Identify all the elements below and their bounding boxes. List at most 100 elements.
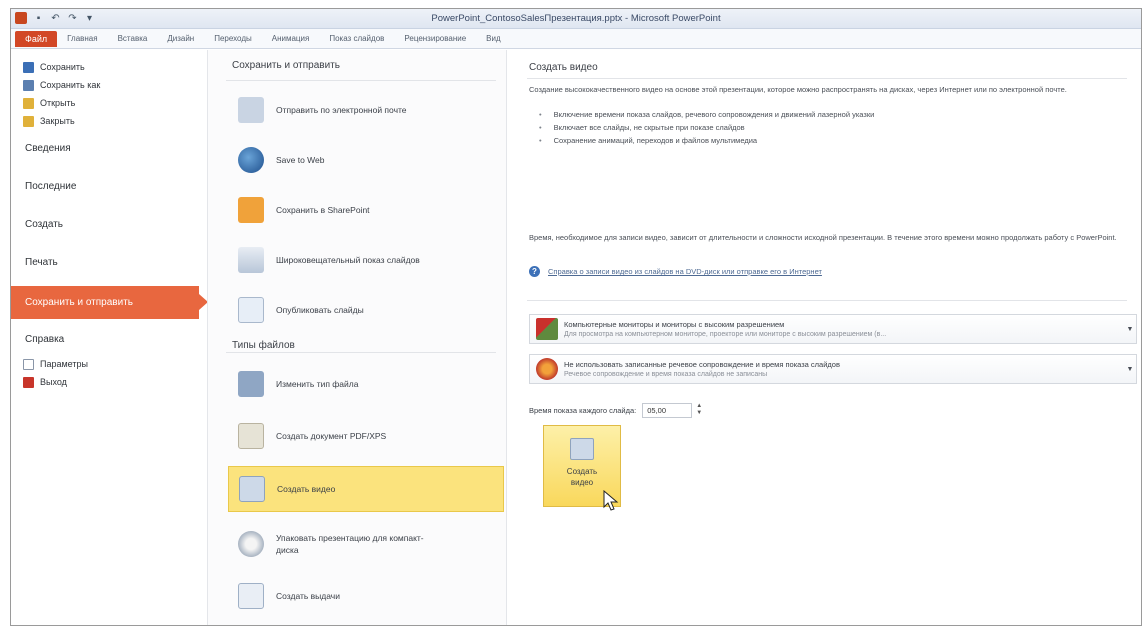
window-title: PowerPoint_ContosoSalesПрезентация.pptx … <box>431 13 721 24</box>
tab-slideshow[interactable]: Показ слайдов <box>319 34 394 43</box>
dropdown-sub-text: Речевое сопровождение и время показа сла… <box>564 370 768 378</box>
spinner-icon[interactable]: ▲ ▼ <box>694 403 704 418</box>
nav-help[interactable]: Справка <box>11 325 207 355</box>
save-icon <box>23 61 34 73</box>
tab-review[interactable]: Рецензирование <box>394 34 476 43</box>
nav-recent[interactable]: Последние <box>11 168 207 206</box>
option-package-cd[interactable]: Упаковать презентацию для компакт-диска <box>228 520 504 568</box>
globe-icon <box>238 147 264 173</box>
option-label: Отправить по электронной почте <box>276 105 407 115</box>
tab-file[interactable]: Файл <box>15 30 58 47</box>
nav-new[interactable]: Создать <box>11 206 207 244</box>
cd-icon <box>238 531 264 557</box>
list-item: Включает все слайды, не скрытые при пока… <box>539 121 1119 134</box>
mouse-cursor-icon <box>603 490 619 511</box>
tab-transitions[interactable]: Переходы <box>204 34 262 43</box>
option-create-video[interactable]: Создать видео <box>228 466 504 512</box>
nav-info[interactable]: Сведения <box>11 130 207 168</box>
option-broadcast[interactable]: Широковещательный показ слайдов <box>228 236 504 284</box>
divider <box>527 78 1127 79</box>
nav-close[interactable]: Закрыть <box>11 112 207 130</box>
nav-save-send[interactable]: Сохранить и отправить <box>11 286 208 319</box>
nav-options[interactable]: Параметры <box>11 355 207 373</box>
nav-close-label: Закрыть <box>40 116 75 126</box>
divider <box>226 352 496 353</box>
option-label: Изменить тип файла <box>276 379 359 389</box>
nav-open[interactable]: Открыть <box>11 94 207 112</box>
option-label: Save to Web <box>276 155 325 165</box>
ribbon-tabs: Файл Главная Вставка Дизайн Переходы Ани… <box>11 29 1141 49</box>
narration-icon <box>536 358 558 380</box>
help-link[interactable]: Справка о записи видео из слайдов на DVD… <box>548 267 822 276</box>
nav-save-as-label: Сохранить как <box>40 80 101 90</box>
create-video-label: Создать видео <box>566 467 598 487</box>
publish-slides-icon <box>238 297 264 323</box>
nav-exit-label: Выход <box>40 377 67 387</box>
narration-dropdown[interactable]: Не использовать записанные речевое сопро… <box>529 354 1137 384</box>
option-label: Широковещательный показ слайдов <box>276 255 420 265</box>
dropdown-text: Не использовать записанные речевое сопро… <box>564 359 1124 380</box>
tab-insert[interactable]: Вставка <box>108 34 158 43</box>
divider <box>527 300 1127 301</box>
option-label: Сохранить в SharePoint <box>276 205 370 215</box>
option-create-pdf[interactable]: Создать документ PDF/XPS <box>228 412 504 460</box>
tab-design[interactable]: Дизайн <box>157 34 204 43</box>
change-file-type-icon <box>238 371 264 397</box>
video-icon <box>239 476 265 502</box>
time-note: Время, необходимое для записи видео, зав… <box>529 233 1117 242</box>
exit-icon <box>23 376 34 388</box>
broadcast-icon <box>238 247 264 273</box>
seconds-label: Время показа каждого слайда: <box>529 406 637 415</box>
dropdown-sub-text: Для просмотра на компьютерном мониторе, … <box>564 330 887 338</box>
seconds-per-slide-input[interactable] <box>642 403 693 418</box>
help-row: ? Справка о записи видео из слайдов на D… <box>529 266 822 277</box>
seconds-row: Время показа каждого слайда: ▲▼ <box>529 403 704 418</box>
nav-save-label: Сохранить <box>40 62 85 72</box>
nav-save[interactable]: Сохранить <box>11 58 207 76</box>
option-label: Создать документ PDF/XPS <box>276 431 387 441</box>
video-icon <box>570 438 594 460</box>
list-item: Включение времени показа слайдов, речево… <box>539 108 1119 121</box>
nav-open-label: Открыть <box>40 98 76 108</box>
divider <box>226 80 496 81</box>
tab-home[interactable]: Главная <box>57 34 107 43</box>
nav-print[interactable]: Печать <box>11 244 207 282</box>
option-save-web[interactable]: Save to Web <box>228 136 504 184</box>
options-icon <box>23 358 34 370</box>
option-publish-slides[interactable]: Опубликовать слайды <box>228 286 504 334</box>
tab-animations[interactable]: Анимация <box>262 34 320 43</box>
title-bar: ▪ ↶ ↷ ▾ PowerPoint_ContosoSalesПрезентац… <box>11 9 1141 29</box>
option-change-file-type[interactable]: Изменить тип файла <box>228 360 504 408</box>
close-folder-icon <box>23 115 34 127</box>
backstage-nav: Сохранить Сохранить как Открыть Закрыть … <box>11 50 208 625</box>
heading-file-types: Типы файлов <box>232 340 295 351</box>
email-icon <box>238 97 264 123</box>
monitor-icon <box>536 318 558 340</box>
tab-view[interactable]: Вид <box>476 34 510 43</box>
save-as-icon <box>23 79 34 91</box>
dropdown-main-text: Не использовать записанные речевое сопро… <box>564 359 840 369</box>
option-label: Упаковать презентацию для компакт-диска <box>276 533 424 555</box>
open-folder-icon <box>23 97 34 109</box>
sharepoint-icon <box>238 197 264 223</box>
save-send-options: Сохранить и отправить Отправить по элект… <box>207 50 507 625</box>
powerpoint-window: ▪ ↶ ↷ ▾ PowerPoint_ContosoSalesПрезентац… <box>10 8 1142 626</box>
pdf-icon <box>238 423 264 449</box>
video-quality-dropdown[interactable]: Компьютерные мониторы и мониторы с высок… <box>529 314 1137 344</box>
heading-save-send: Сохранить и отправить <box>232 60 340 71</box>
create-video-pane: Создать видео Создание высококачественно… <box>509 50 1141 625</box>
option-save-sharepoint[interactable]: Сохранить в SharePoint <box>228 186 504 234</box>
option-label: Создать видео <box>277 484 336 494</box>
help-icon: ? <box>529 266 540 277</box>
pane-description: Создание высококачественного видео на ос… <box>529 85 1067 94</box>
pane-title: Создать видео <box>529 62 598 73</box>
dropdown-main-text: Компьютерные мониторы и мониторы с высок… <box>564 319 785 329</box>
chevron-down-icon[interactable]: ▼ <box>1124 326 1136 333</box>
handouts-icon <box>238 583 264 609</box>
option-send-email[interactable]: Отправить по электронной почте <box>228 86 504 134</box>
option-create-handouts[interactable]: Создать выдачи <box>228 572 504 620</box>
nav-exit[interactable]: Выход <box>11 373 207 391</box>
chevron-down-icon[interactable]: ▼ <box>1124 366 1136 373</box>
nav-save-as[interactable]: Сохранить как <box>11 76 207 94</box>
list-item: Сохранение анимаций, переходов и файлов … <box>539 134 1119 147</box>
